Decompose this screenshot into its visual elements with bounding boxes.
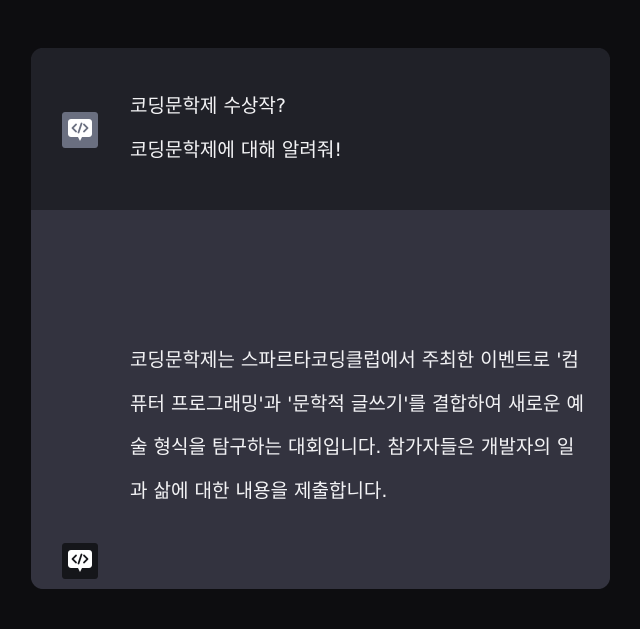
assistant-avatar: [62, 543, 98, 579]
user-avatar: [62, 112, 98, 148]
user-message: 코딩문학제 수상작? 코딩문학제에 대해 알려줘!: [31, 48, 610, 210]
code-chat-bubble-icon: [68, 550, 92, 572]
assistant-message: 코딩문학제는 스파르타코딩클럽에서 주최한 이벤트로 '컴퓨터 프로그래밍'과 …: [31, 210, 610, 589]
code-chat-bubble-icon: [68, 119, 92, 141]
user-message-text: 코딩문학제 수상작? 코딩문학제에 대해 알려줘!: [130, 95, 342, 161]
chat-conversation: 코딩문학제 수상작? 코딩문학제에 대해 알려줘! 코딩문학제는 스파르타코딩클…: [31, 48, 610, 589]
assistant-message-text: 코딩문학제는 스파르타코딩클럽에서 주최한 이벤트로 '컴퓨터 프로그래밍'과 …: [130, 349, 584, 502]
